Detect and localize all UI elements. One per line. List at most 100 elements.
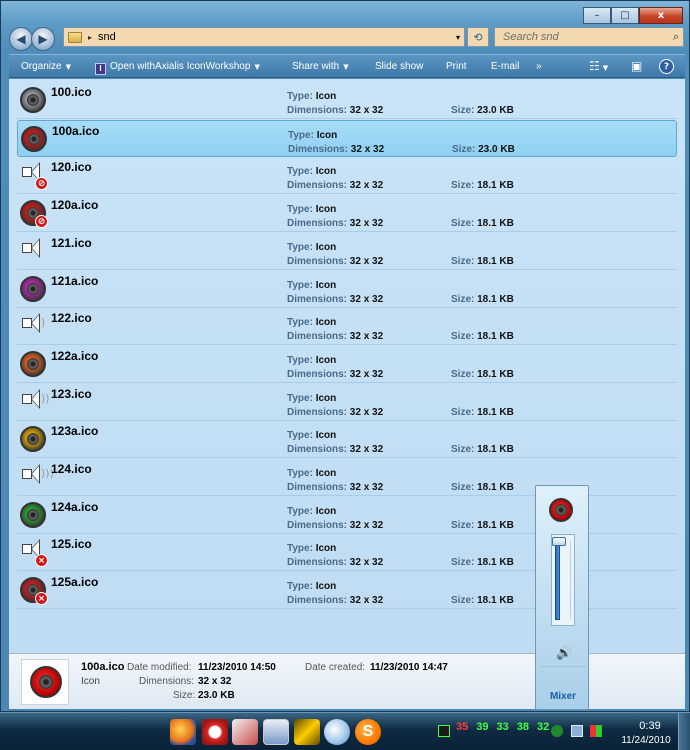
type-value: Icon: [315, 317, 337, 329]
network-tray-icon[interactable]: [571, 725, 583, 737]
dimensions-label: Dimensions:: [287, 180, 348, 192]
file-row[interactable]: 100a.ico Type: Icon Dimensions: 32 x 32 Siz…: [17, 119, 677, 157]
file-name[interactable]: 122a.ico: [51, 349, 98, 363]
print-button[interactable]: Print: [446, 61, 467, 72]
file-dimensions: Dimensions: 32 x 32: [287, 105, 383, 116]
file-row[interactable]: 121.ico Type: Icon Dimensions: 32 x 32 Size…: [17, 233, 677, 270]
dimensions-label: Dimensions:: [288, 143, 349, 155]
open-with-button[interactable]: I Open withAxialis IconWorkshop ▼: [95, 61, 260, 75]
breadcrumb-separator-icon[interactable]: ▸: [88, 33, 92, 42]
organize-button[interactable]: Organize ▼: [21, 61, 71, 72]
file-row[interactable]: 123a.ico Type: Icon Dimensions: 32 x 32 Siz…: [17, 421, 677, 459]
chevron-down-icon: ▼: [65, 63, 71, 71]
details-file-kind: Icon: [81, 676, 100, 687]
file-name[interactable]: 122.ico: [51, 311, 92, 325]
chevron-down-icon: ▼: [254, 63, 260, 71]
firefox-icon[interactable]: [170, 719, 196, 745]
file-row[interactable]: 121a.ico Type: Icon Dimensions: 32 x 32 Siz…: [17, 271, 677, 308]
skype-icon[interactable]: S: [355, 719, 381, 745]
shield-tray-icon[interactable]: [551, 725, 563, 737]
dimensions-value: 32 x 32: [349, 519, 384, 531]
volume-slider-thumb[interactable]: [552, 537, 566, 546]
file-name[interactable]: 100.ico: [51, 85, 92, 99]
file-name[interactable]: 100a.ico: [52, 124, 99, 138]
share-with-button[interactable]: Share with ▼: [292, 61, 349, 72]
tray-reading-4: 38: [516, 721, 529, 733]
refresh-button[interactable]: ⟲: [467, 27, 489, 47]
help-icon[interactable]: ?: [659, 59, 674, 74]
type-value: Icon: [315, 581, 337, 593]
task-manager-icon[interactable]: [263, 719, 289, 745]
image-editor-icon[interactable]: [232, 719, 258, 745]
size-label: Size:: [451, 557, 475, 569]
file-row[interactable]: ) 122.ico Type: Icon Dimensions: 32 x 32 Siz…: [17, 308, 677, 346]
slide-show-button[interactable]: Slide show: [375, 61, 423, 72]
share-with-label: Share with: [292, 61, 340, 72]
file-name[interactable]: 123a.ico: [51, 424, 98, 438]
tray-reading-3: 33: [496, 721, 509, 733]
size-label: Size:: [452, 143, 476, 155]
magnifier-icon[interactable]: [324, 719, 350, 745]
address-dropdown-icon[interactable]: ▾: [456, 33, 460, 42]
search-input[interactable]: Search snd ⌕: [494, 27, 684, 47]
clock-time[interactable]: 0:39: [628, 720, 672, 732]
size-label: Size:: [451, 180, 475, 192]
dimensions-label: Dimensions:: [287, 519, 348, 531]
file-row[interactable]: 100.ico Type: Icon Dimensions: 32 x 32 Size…: [17, 82, 677, 119]
volume-slider[interactable]: [551, 534, 575, 626]
file-row[interactable]: 122a.ico Type: Icon Dimensions: 32 x 32 Siz…: [17, 346, 677, 383]
flag-tray-icon[interactable]: [590, 725, 602, 737]
file-type: Type: Icon: [288, 130, 337, 141]
red-hat-app-icon[interactable]: [202, 719, 228, 745]
mixer-link[interactable]: Mixer: [536, 691, 590, 702]
speaker-device-icon[interactable]: [549, 498, 575, 524]
show-desktop-button[interactable]: [678, 713, 690, 750]
dimensions-label: Dimensions:: [287, 444, 348, 456]
file-name[interactable]: 120a.ico: [51, 198, 98, 212]
yellow-speaker-icon: [19, 425, 47, 453]
tray-reading-5: 32: [537, 721, 550, 733]
search-icon[interactable]: ⌕: [673, 30, 679, 44]
file-row[interactable]: )) 123.ico Type: Icon Dimensions: 32 x 32 Si…: [17, 384, 677, 421]
file-name[interactable]: 124a.ico: [51, 500, 98, 514]
email-button[interactable]: E-mail: [491, 61, 519, 72]
size-value: 18.1 KB: [477, 406, 514, 418]
minimize-button[interactable]: –: [583, 7, 611, 24]
file-name[interactable]: 123.ico: [51, 387, 92, 401]
file-name[interactable]: 124.ico: [51, 462, 92, 476]
preview-pane-icon[interactable]: ▣: [631, 59, 642, 73]
forward-button[interactable]: ▶: [31, 27, 55, 51]
clock-date[interactable]: 11/24/2010: [616, 735, 676, 746]
more-commands-button[interactable]: »: [536, 61, 542, 72]
details-file-name: 100a.ico: [81, 661, 125, 673]
breadcrumb-snd[interactable]: snd: [98, 31, 116, 43]
red-speaker-icon: [30, 666, 62, 698]
file-size: Size: 18.1 KB: [451, 180, 514, 191]
file-name[interactable]: 125.ico: [51, 537, 92, 551]
dimensions-label: Dimensions:: [139, 676, 195, 687]
mute-toggle-icon[interactable]: 🔊: [556, 646, 572, 661]
file-dimensions: Dimensions: 32 x 32: [287, 256, 383, 267]
dimensions-label: Dimensions:: [287, 255, 348, 267]
tray-reading-1: 35: [456, 721, 469, 733]
type-value: Icon: [315, 392, 337, 404]
speaker-muted-icon: ⊘: [19, 161, 48, 191]
back-button[interactable]: ◀: [9, 27, 33, 51]
file-name[interactable]: 121.ico: [51, 236, 92, 250]
close-button[interactable]: x: [639, 7, 683, 24]
file-dimensions: Dimensions: 32 x 32: [287, 180, 383, 191]
type-label: Type:: [287, 354, 313, 366]
file-name[interactable]: 120.ico: [51, 160, 92, 174]
maximize-button[interactable]: □: [611, 7, 639, 24]
file-name[interactable]: 125a.ico: [51, 575, 98, 589]
change-view-icon[interactable]: ☷ ▼: [589, 59, 608, 73]
type-label: Type:: [287, 91, 313, 102]
address-bar[interactable]: ▸ snd ▾: [63, 27, 465, 47]
file-type: Type: Icon: [287, 393, 336, 404]
file-row[interactable]: ⊘ 120.ico Type: Icon Dimensions: 32 x 32 Siz…: [17, 157, 677, 195]
winamp-icon[interactable]: [294, 719, 320, 745]
file-name[interactable]: 121a.ico: [51, 274, 98, 288]
skull-tray-icon[interactable]: [438, 725, 450, 737]
red-speaker-icon: [20, 125, 48, 153]
file-row[interactable]: ⊘ 120a.ico Type: Icon Dimensions: 32 x 32 Si…: [17, 195, 677, 233]
